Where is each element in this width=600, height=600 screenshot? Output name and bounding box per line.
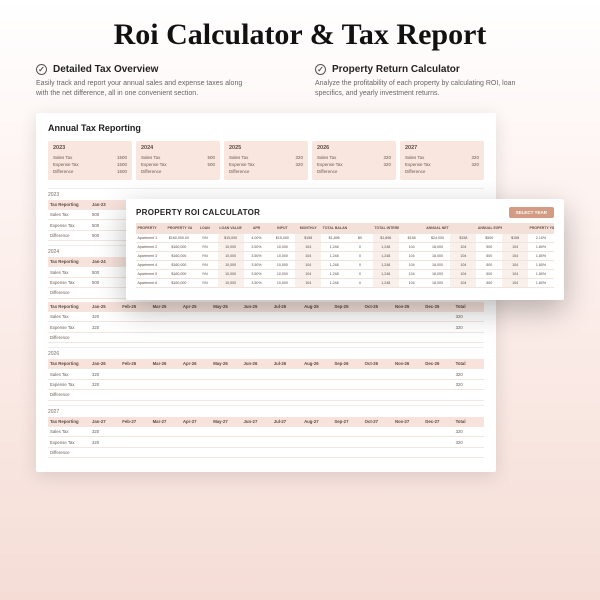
feature-row: ✓ Detailed Tax Overview Easily track and…: [0, 64, 600, 113]
select-year-button[interactable]: SELECT YEAR: [509, 207, 554, 218]
roi-table: PROPERTYPROPERTY VALUELOANLOAN VALUEAPRI…: [136, 223, 554, 288]
feature-desc: Easily track and report your annual sale…: [36, 79, 256, 99]
feature-heading: Detailed Tax Overview: [53, 64, 158, 75]
tax-year-block: 2023 Sales Tax1500 Expense Tax1500 Diffe…: [48, 141, 132, 180]
roi-row: Apartment 3$160,000Y/N10,0003.50%10,0001…: [136, 251, 554, 260]
roi-row: Apartment 4$160,000Y/N10,0003.50%10,0001…: [136, 260, 554, 269]
feature-roi: ✓ Property Return Calculator Analyze the…: [315, 64, 564, 99]
roi-row: Apartment 2$160,000Y/N10,0003.50%10,0001…: [136, 242, 554, 251]
tax-year-block: 2026 Sales Tax320 Expense Tax320 Differe…: [312, 141, 396, 180]
check-icon: ✓: [315, 64, 326, 75]
tax-year-section: 2027Tax ReportingJan-27Feb-27Mar-27Apr-2…: [48, 405, 484, 459]
roi-title: PROPERTY ROI CALCULATOR: [136, 208, 260, 217]
tax-title: Annual Tax Reporting: [48, 123, 484, 133]
check-icon: ✓: [36, 64, 47, 75]
tax-year-block: 2024 Sales Tax500 Expense Tax500 Differe…: [136, 141, 220, 180]
roi-card: PROPERTY ROI CALCULATOR SELECT YEAR PROP…: [126, 199, 564, 300]
tax-year-section: 2026Tax ReportingJan-26Feb-26Mar-26Apr-2…: [48, 347, 484, 401]
feature-desc: Analyze the profitability of each proper…: [315, 79, 535, 99]
roi-row: Apartment 1$160,000.00Y/N$15,0004.00%$15…: [136, 233, 554, 242]
tax-year-section: Tax ReportingJan-25Feb-25Mar-25Apr-25May…: [48, 302, 484, 344]
tax-year-block: 2027 Sales Tax320 Expense Tax320 Differe…: [400, 141, 484, 180]
roi-row: Apartment 5$160,000Y/N10,0003.50%10,0001…: [136, 269, 554, 278]
tax-summary-row: 2023 Sales Tax1500 Expense Tax1500 Diffe…: [48, 141, 484, 180]
page-title: Roi Calculator & Tax Report: [0, 0, 600, 64]
tax-year-block: 2025 Sales Tax320 Expense Tax320 Differe…: [224, 141, 308, 180]
feature-heading: Property Return Calculator: [332, 64, 460, 75]
feature-tax: ✓ Detailed Tax Overview Easily track and…: [36, 64, 285, 99]
roi-row: Apartment 6$160,000Y/N10,0003.50%10,0001…: [136, 278, 554, 287]
